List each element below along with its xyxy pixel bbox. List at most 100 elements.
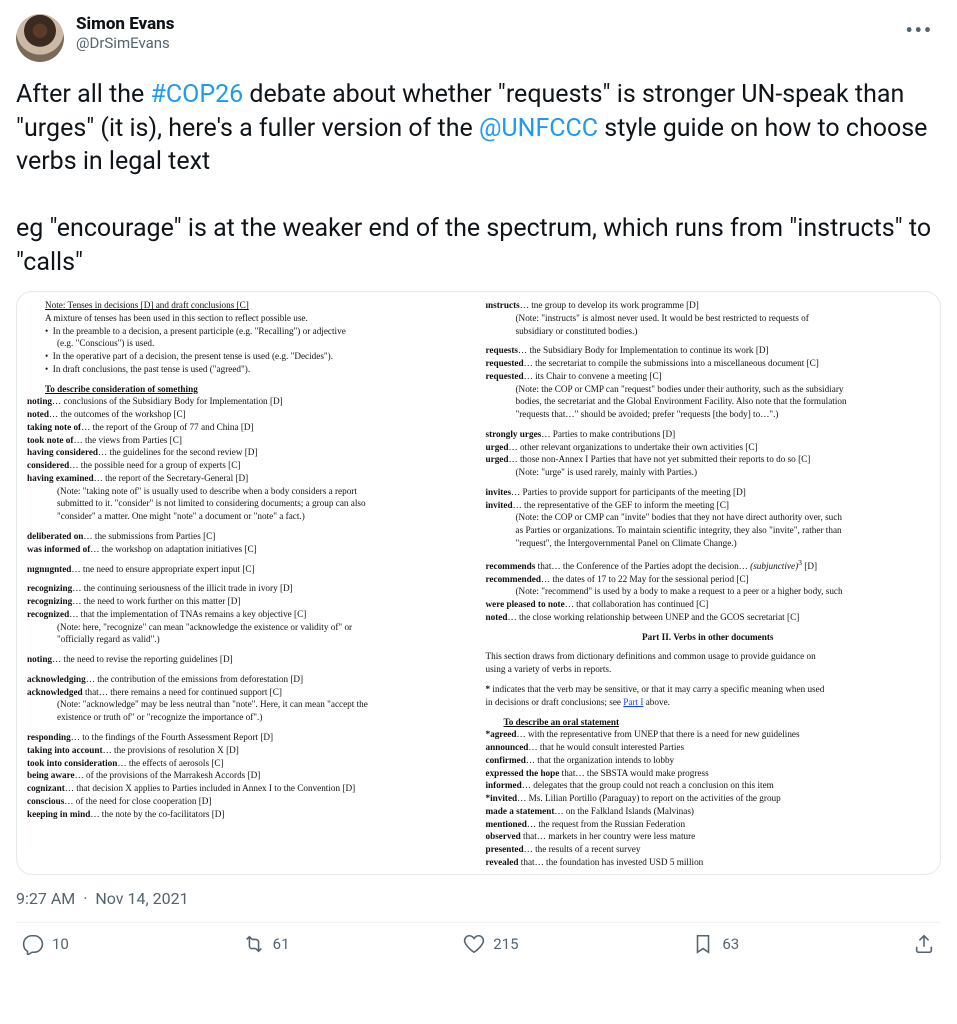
doc-line: * indicates that the verb may be sensiti… xyxy=(486,684,931,696)
doc-line: "request", the Intergovernmental Panel o… xyxy=(486,538,931,550)
doc-line: taking note of… the report of the Group … xyxy=(27,422,472,434)
doc-line: recommended… the dates of 17 to 22 May f… xyxy=(486,574,931,586)
doc-line: *agreed… with the representative from UN… xyxy=(486,729,931,741)
doc-line: requested… the secretariat to compile th… xyxy=(486,358,931,370)
doc-line: responding… to the findings of the Fourt… xyxy=(27,732,472,744)
doc-line: "consider" a matter. One might "note" a … xyxy=(27,511,472,523)
doc-line: mentioned… the request from the Russian … xyxy=(486,819,931,831)
doc-line: • In draft conclusions, the past tense i… xyxy=(27,364,472,376)
doc-line xyxy=(486,625,931,631)
author-block: Simon Evans @DrSimEvans xyxy=(76,14,885,52)
doc-line: noting… conclusions of the Subsidiary Bo… xyxy=(27,396,472,408)
doc-line: (Note: the COP or CMP can "invite" bodie… xyxy=(486,512,931,524)
doc-line: (Note: here, "recognize" can mean "ackno… xyxy=(27,622,472,634)
doc-line xyxy=(27,377,472,383)
doc-line: requests… the Subsidiary Body for Implem… xyxy=(486,345,931,357)
doc-line xyxy=(486,338,931,344)
embedded-image[interactable]: Note: Tenses in decisions [D] and draft … xyxy=(16,291,941,875)
doc-line: informed… delegates that the group could… xyxy=(486,780,931,792)
doc-line: subsidiary or constituted bodies.) xyxy=(486,326,931,338)
doc-line: revealed that… the foundation has invest… xyxy=(486,857,931,869)
share-button[interactable] xyxy=(913,933,935,955)
doc-line: recognized… that the implementation of T… xyxy=(27,609,472,621)
doc-line xyxy=(27,524,472,530)
doc-line xyxy=(486,551,931,557)
tweet-timestamp[interactable]: 9:27 AM · Nov 14, 2021 xyxy=(16,889,941,908)
reply-icon xyxy=(22,933,44,955)
doc-line: deliberated on… the submissions from Par… xyxy=(27,531,472,543)
doc-line: recognizing… the need to work further on… xyxy=(27,596,472,608)
doc-line: A mixture of tenses has been used in thi… xyxy=(27,313,472,325)
more-button[interactable]: ••• xyxy=(897,14,941,46)
doc-line: Note: Tenses in decisions [D] and draft … xyxy=(27,300,472,312)
doc-line: using a variety of verbs in reports. xyxy=(486,664,931,676)
doc-line: Part II. Verbs in other documents xyxy=(486,632,931,644)
doc-line xyxy=(27,667,472,673)
handle[interactable]: @DrSimEvans xyxy=(76,34,885,52)
doc-line xyxy=(27,725,472,731)
doc-line xyxy=(486,710,931,716)
doc-line: strongly urges… Parties to make contribu… xyxy=(486,429,931,441)
retweet-button[interactable]: 61 xyxy=(243,933,290,955)
doc-line: ınstructs… tne group to develop its work… xyxy=(486,300,931,312)
share-icon xyxy=(913,933,935,955)
doc-line: noted… the close working relationship be… xyxy=(486,612,931,624)
doc-line: taking into account… the provisions of r… xyxy=(27,745,472,757)
doc-line: This section draws from dictionary defin… xyxy=(486,651,931,663)
reply-count: 10 xyxy=(52,935,69,953)
tweet-text: After all the #COP26 debate about whethe… xyxy=(16,78,941,279)
doc-line: confirmed… that the organization intends… xyxy=(486,755,931,767)
bookmark-count: 63 xyxy=(722,935,739,953)
doc-line: announced… that he would consult interes… xyxy=(486,742,931,754)
doc-left-column: Note: Tenses in decisions [D] and draft … xyxy=(27,300,472,870)
doc-line xyxy=(27,647,472,653)
like-count: 215 xyxy=(493,935,518,953)
doc-line: took note of… the views from Parties [C] xyxy=(27,435,472,447)
tweet-time: 9:27 AM xyxy=(16,889,75,908)
doc-line: • In the operative part of a decision, t… xyxy=(27,351,472,363)
doc-line: expressed the hope that… the SBSTA would… xyxy=(486,768,931,780)
doc-line: considered… the possible need for a grou… xyxy=(27,460,472,472)
doc-line: as Parties or organizations. To maintain… xyxy=(486,525,931,537)
doc-line xyxy=(486,677,931,683)
doc-line: urged… those non-Annex I Parties that ha… xyxy=(486,454,931,466)
tweet-header: Simon Evans @DrSimEvans ••• xyxy=(16,14,941,62)
doc-line xyxy=(486,422,931,428)
mention-link[interactable]: @UNFCCC xyxy=(479,114,598,143)
doc-line: (Note: the COP or CMP can "request" bodi… xyxy=(486,384,931,396)
doc-line: submitted to it. "consider" is not limit… xyxy=(27,498,472,510)
hashtag-link[interactable]: #COP26 xyxy=(150,80,243,109)
bookmark-icon xyxy=(692,933,714,955)
doc-line xyxy=(486,480,931,486)
doc-line: took into consideration… the effects of … xyxy=(27,758,472,770)
doc-line: (e.g. "Conscious") is used. xyxy=(27,338,472,350)
doc-line: observed that… markets in her country we… xyxy=(486,831,931,843)
doc-line: in decisions or draft conclusions; see P… xyxy=(486,697,931,709)
doc-line: noting… the need to revise the reporting… xyxy=(27,654,472,666)
doc-line: urged… other relevant organizations to u… xyxy=(486,442,931,454)
doc-line: To describe an oral statement xyxy=(486,717,931,729)
doc-line: recognizing… the continuing seriousness … xyxy=(27,583,472,595)
doc-line: acknowledged that… there remains a need … xyxy=(27,687,472,699)
doc-line: keeping in mind… the note by the co-faci… xyxy=(27,809,472,821)
retweet-count: 61 xyxy=(273,935,290,953)
display-name[interactable]: Simon Evans xyxy=(76,14,885,34)
doc-line: (Note: "taking note of" is usually used … xyxy=(27,486,472,498)
doc-line: (Note: "acknowledge" may be less neutral… xyxy=(27,699,472,711)
doc-line: bodies, the secretariat and the Global E… xyxy=(486,396,931,408)
doc-line: *invited… Ms. Lilian Portillo (Paraguay)… xyxy=(486,793,931,805)
doc-line xyxy=(486,644,931,650)
doc-line: acknowledging… the contribution of the e… xyxy=(27,674,472,686)
bookmark-button[interactable]: 63 xyxy=(692,933,739,955)
avatar[interactable] xyxy=(16,14,64,62)
doc-line: presented… the results of a recent surve… xyxy=(486,844,931,856)
tweet-date: Nov 14, 2021 xyxy=(95,889,188,908)
tweet-actions: 10 61 215 63 xyxy=(16,929,941,955)
reply-button[interactable]: 10 xyxy=(22,933,69,955)
doc-line: conscious… of the need for close coopera… xyxy=(27,796,472,808)
like-button[interactable]: 215 xyxy=(463,933,518,955)
doc-line: recommends that… the Conference of the P… xyxy=(486,558,931,573)
doc-line: requested… its Chair to convene a meetin… xyxy=(486,371,931,383)
doc-right-column: ınstructs… tne group to develop its work… xyxy=(486,300,931,870)
doc-line: nıgnııgnted… tne need to ensure appropri… xyxy=(27,564,472,576)
